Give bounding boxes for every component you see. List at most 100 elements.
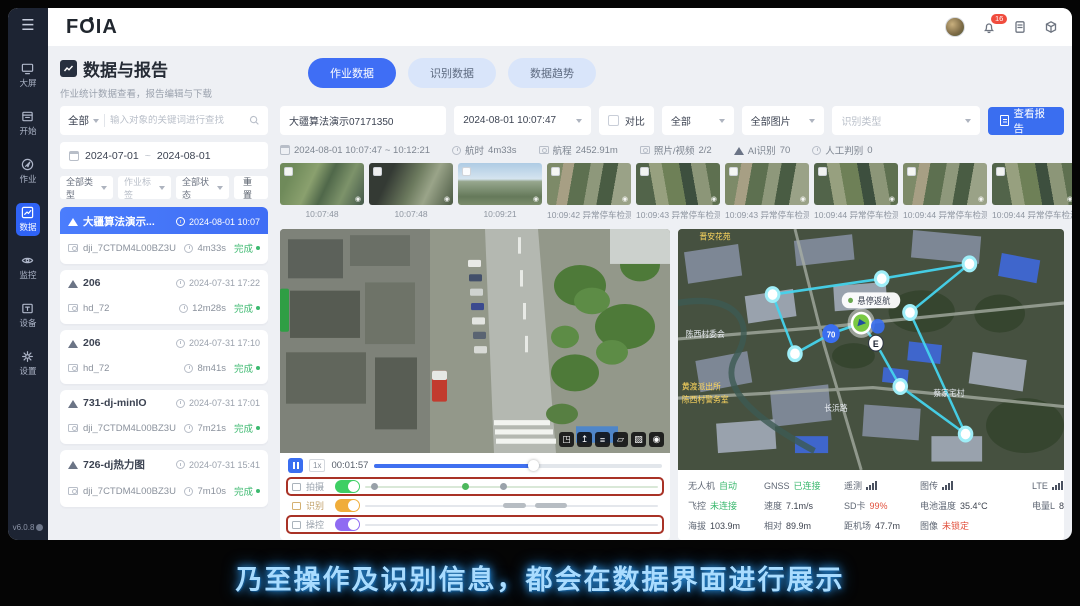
category-select[interactable]: 全部	[662, 106, 734, 135]
thumb-checkbox[interactable]	[373, 167, 382, 176]
capture-toggle[interactable]	[335, 480, 360, 493]
mission-card[interactable]: 206 2024-07-31 17:10 hd_72 8m41s 完成	[60, 330, 268, 384]
app-version: v6.0.8	[13, 523, 44, 532]
mission-icon	[68, 279, 78, 288]
video-caption-bar: 乃至操作及识别信息，都会在数据界面进行展示	[0, 548, 1080, 606]
mission-card[interactable]: 大疆算法演示... 2024-08-01 10:07 dji_7CTDM4L00…	[60, 207, 268, 264]
edit-icon[interactable]: ▱	[613, 432, 628, 447]
tab-recognition-data[interactable]: 识别数据	[408, 58, 496, 88]
paper-plane-icon	[21, 158, 34, 171]
chevron-down-icon	[93, 119, 99, 123]
thumbnail[interactable]: ◉10:09:42 异常停车检测	[547, 163, 631, 221]
calendar-icon	[280, 145, 290, 155]
checkbox-icon	[608, 115, 619, 126]
tab-mission-data[interactable]: 作业数据	[308, 58, 396, 88]
seek-bar[interactable]	[374, 464, 662, 468]
thumb-checkbox[interactable]	[729, 167, 738, 176]
map-viewport[interactable]: 70 悬停返航	[678, 229, 1064, 470]
playback-speed[interactable]: 1x	[309, 459, 325, 472]
thumbnail[interactable]: ◉10:07:48	[280, 163, 364, 221]
screenshot-icon[interactable]: ◳	[559, 432, 574, 447]
filter-type-select[interactable]: 全部类型	[60, 176, 113, 199]
sidebar-item-devices[interactable]: 设备	[16, 299, 39, 332]
thumbnail[interactable]: ◉10:09:43 异常停车检测	[725, 163, 809, 221]
signal-bars-icon	[1052, 481, 1063, 490]
search-scope-select[interactable]: 全部	[68, 113, 99, 128]
capture-track[interactable]	[365, 486, 658, 488]
recognition-toggle[interactable]	[335, 499, 360, 512]
reset-button[interactable]: 重置	[234, 176, 268, 199]
filter-status-select[interactable]: 全部状态	[176, 176, 229, 199]
annotation-box-capture: 拍摄	[286, 477, 664, 496]
locate-icon[interactable]: ◉	[649, 432, 664, 447]
sidebar-item-bigscreen[interactable]: 大屏	[16, 59, 39, 92]
mission-card[interactable]: 206 2024-07-31 17:22 hd_72 12m28s 完成	[60, 270, 268, 324]
svg-text:蔡家宅村: 蔡家宅村	[933, 388, 964, 398]
seek-handle[interactable]	[528, 460, 539, 471]
thumbnail[interactable]: ◉10:09:44 异常停车检测	[992, 163, 1072, 221]
filter-tag-select[interactable]: 作业标签	[118, 176, 171, 199]
apps-button[interactable]	[1044, 20, 1058, 34]
date-start: 2024-07-01	[85, 150, 139, 162]
chevron-down-icon	[965, 119, 971, 123]
date-range-picker[interactable]: 2024-07-01 ~ 2024-08-01	[60, 142, 268, 169]
sidebar-item-missions[interactable]: 作业	[16, 155, 39, 188]
mission-icon	[68, 399, 78, 408]
thumbnail[interactable]: ◉10:09:21	[458, 163, 542, 221]
compare-checkbox[interactable]: 对比	[599, 106, 654, 135]
upload-icon[interactable]: ↥	[577, 432, 592, 447]
sidebar-item-monitor[interactable]: 监控	[16, 251, 39, 284]
pause-button[interactable]	[288, 458, 303, 473]
thumb-checkbox[interactable]	[818, 167, 827, 176]
mission-card[interactable]: 731-dj-minIO 2024-07-31 17:01 dji_7CTDM4…	[60, 390, 268, 444]
recognition-type-select[interactable]: 识别类型	[832, 106, 980, 135]
sidebar-item-start[interactable]: 开始	[16, 107, 39, 140]
media-type-icon: ◉	[355, 195, 361, 203]
tab-data-trends[interactable]: 数据趋势	[508, 58, 596, 88]
annotate-icon[interactable]: ▨	[631, 432, 646, 447]
control-track[interactable]	[365, 524, 658, 526]
thumb-checkbox[interactable]	[462, 167, 471, 176]
thumb-checkbox[interactable]	[551, 167, 560, 176]
thumb-checkbox[interactable]	[907, 167, 916, 176]
recognition-track-wrap: 识别	[286, 496, 664, 515]
control-toggle[interactable]	[335, 518, 360, 531]
svg-text:黄渡派出所: 黄渡派出所	[682, 381, 721, 391]
svg-text:E: E	[873, 339, 879, 349]
mission-card[interactable]: 726-dj热力图 2024-07-31 15:41 dji_7CTDM4L00…	[60, 450, 268, 507]
sidebar-item-settings[interactable]: 设置	[16, 347, 39, 380]
chart-icon	[21, 206, 34, 219]
reports-button[interactable]	[1013, 20, 1027, 34]
media-type-icon: ◉	[1067, 195, 1072, 203]
thumbnail[interactable]: ◉10:09:44 异常停车检测	[814, 163, 898, 221]
playlist-icon[interactable]: ≡	[595, 432, 610, 447]
view-report-button[interactable]: 查看报告	[988, 107, 1064, 135]
search-icon[interactable]	[249, 115, 260, 126]
app-window: ☰ 大屏 开始 作业 数据 监控 设备	[8, 8, 1072, 540]
media-type-icon: ◉	[533, 195, 539, 203]
date-separator: ~	[145, 150, 151, 162]
thumb-checkbox[interactable]	[996, 167, 1005, 176]
ai-icon	[734, 146, 744, 155]
thumbnail[interactable]: ◉10:07:48	[369, 163, 453, 221]
thumbnail[interactable]: ◉10:09:44 异常停车检测	[903, 163, 987, 221]
recognition-track[interactable]	[365, 505, 658, 507]
search-input[interactable]	[110, 115, 244, 126]
thumbnail[interactable]: ◉10:09:43 异常停车检测	[636, 163, 720, 221]
thumb-checkbox[interactable]	[284, 167, 293, 176]
thumb-checkbox[interactable]	[640, 167, 649, 176]
route-icon	[539, 146, 549, 154]
notifications-button[interactable]: 16	[982, 20, 996, 34]
images-select[interactable]: 全部图片	[742, 106, 825, 135]
user-avatar[interactable]	[945, 17, 965, 37]
flight-time-select[interactable]: 2024-08-01 10:07:47	[454, 106, 591, 135]
media-type-icon: ◉	[444, 195, 450, 203]
sidebar-item-data[interactable]: 数据	[16, 203, 39, 236]
mission-select[interactable]: 大疆算法演示07171350	[280, 106, 446, 135]
video-viewport[interactable]: ◳ ↥ ≡ ▱ ▨ ◉	[280, 229, 670, 453]
menu-toggle-icon[interactable]: ☰	[21, 18, 34, 33]
hover-return-label: 悬停返航	[842, 292, 900, 308]
screen: ☰ 大屏 开始 作业 数据 监控 设备	[0, 0, 1080, 606]
divider	[104, 114, 105, 127]
sidebar-item-label: 设置	[19, 365, 36, 377]
